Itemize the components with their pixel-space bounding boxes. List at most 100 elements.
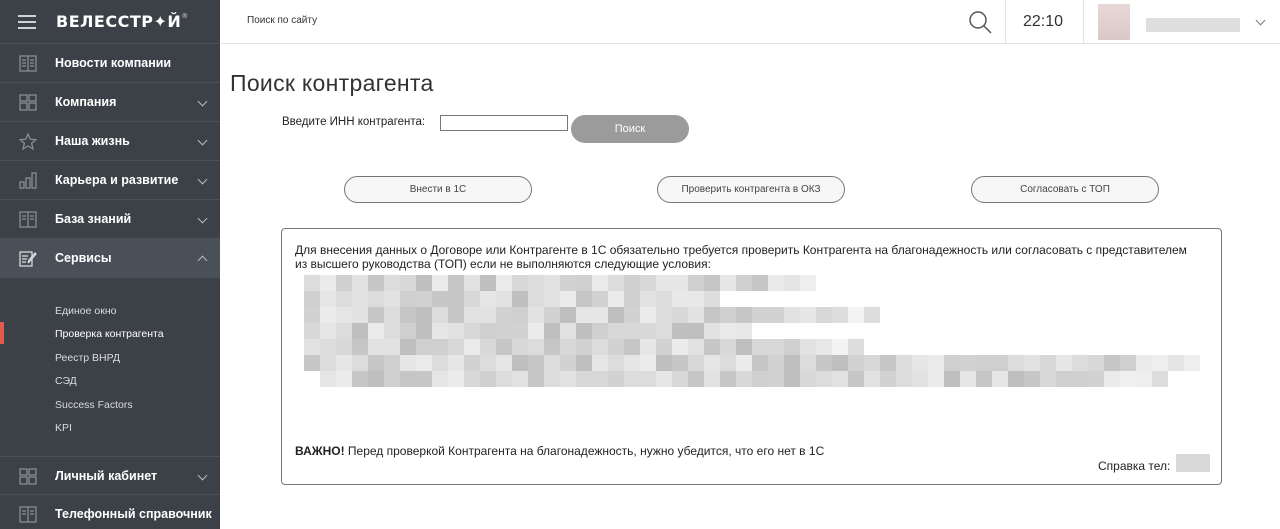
redacted-cell bbox=[384, 355, 400, 371]
redacted-cell bbox=[448, 323, 464, 339]
redacted-cell bbox=[480, 307, 496, 323]
redacted-cell bbox=[352, 371, 368, 387]
redacted-cell bbox=[496, 355, 512, 371]
redacted-cell bbox=[784, 371, 800, 387]
topbar-divider bbox=[1083, 0, 1084, 44]
redacted-cell bbox=[368, 291, 384, 307]
chevron-down-icon[interactable] bbox=[197, 135, 208, 146]
redacted-cell bbox=[496, 291, 512, 307]
redacted-cell bbox=[432, 371, 448, 387]
redacted-cell bbox=[448, 307, 464, 323]
submenu-item-kpi[interactable]: KPI bbox=[55, 422, 72, 434]
redacted-cell bbox=[496, 275, 512, 291]
chevron-down-icon[interactable] bbox=[197, 470, 208, 481]
avatar[interactable] bbox=[1098, 4, 1130, 40]
approve-top-button[interactable]: Согласовать с ТОП bbox=[971, 176, 1159, 203]
redacted-cell bbox=[576, 307, 592, 323]
redacted-cell bbox=[704, 355, 720, 371]
redacted-cell bbox=[928, 355, 944, 371]
chevron-down-icon[interactable] bbox=[197, 213, 208, 224]
submenu-item-vnrd-registry[interactable]: Реестр ВНРД bbox=[55, 352, 120, 364]
redacted-cell bbox=[528, 291, 544, 307]
redacted-cell bbox=[624, 339, 640, 355]
topbar-divider bbox=[1005, 0, 1006, 44]
submenu-item-counterparty-check[interactable]: Проверка контрагента bbox=[55, 328, 164, 340]
redacted-cell bbox=[752, 355, 768, 371]
sidebar-item-personal-cabinet[interactable]: Личный кабинет bbox=[0, 456, 220, 495]
redacted-cell bbox=[432, 339, 448, 355]
redacted-cell bbox=[560, 371, 576, 387]
check-okz-button[interactable]: Проверить контрагента в ОКЗ bbox=[657, 176, 845, 203]
company-logo[interactable]: ВЕЛЕССТР✦Й® bbox=[56, 12, 189, 31]
redacted-cell bbox=[736, 307, 752, 323]
redacted-cell bbox=[1136, 355, 1152, 371]
menu-icon[interactable] bbox=[18, 14, 36, 29]
redacted-cell bbox=[864, 355, 880, 371]
redacted-cell bbox=[640, 323, 656, 339]
redacted-cell bbox=[1104, 355, 1120, 371]
redacted-cell bbox=[624, 307, 640, 323]
redacted-cell bbox=[464, 339, 480, 355]
redacted-cell bbox=[336, 291, 352, 307]
submenu-item-sed[interactable]: СЭД bbox=[55, 375, 77, 387]
redacted-cell bbox=[480, 291, 496, 307]
redacted-cell bbox=[512, 371, 528, 387]
sidebar-item-phone-directory[interactable]: Телефонный справочник bbox=[0, 495, 220, 529]
redacted-cell bbox=[800, 275, 816, 291]
star-icon bbox=[19, 133, 37, 150]
redacted-cell bbox=[640, 371, 656, 387]
redacted-cell bbox=[544, 275, 560, 291]
redacted-cell bbox=[320, 323, 336, 339]
redacted-cell bbox=[368, 275, 384, 291]
chevron-down-icon[interactable] bbox=[197, 174, 208, 185]
redacted-cell bbox=[368, 323, 384, 339]
info-text: Для внесения данных о Договоре или Контр… bbox=[295, 243, 1187, 271]
redacted-cell bbox=[720, 307, 736, 323]
redacted-row bbox=[320, 371, 1200, 387]
redacted-cell bbox=[768, 371, 784, 387]
sidebar-item-company[interactable]: Компания bbox=[0, 83, 220, 122]
redacted-cell bbox=[896, 371, 912, 387]
chevron-up-icon[interactable] bbox=[197, 255, 208, 266]
sidebar-item-label: Телефонный справочник bbox=[55, 507, 212, 521]
redacted-cell bbox=[704, 307, 720, 323]
redacted-cell bbox=[768, 307, 784, 323]
redacted-cell bbox=[320, 291, 336, 307]
sidebar-item-news[interactable]: Новости компании bbox=[0, 44, 220, 83]
search-icon[interactable] bbox=[967, 9, 993, 35]
redacted-cell bbox=[704, 291, 720, 307]
redacted-cell bbox=[1120, 371, 1136, 387]
redacted-cell bbox=[400, 323, 416, 339]
sidebar-item-knowledge[interactable]: База знаний bbox=[0, 200, 220, 239]
redacted-cell bbox=[448, 275, 464, 291]
redacted-cell bbox=[624, 355, 640, 371]
chevron-down-icon[interactable] bbox=[197, 96, 208, 107]
add-to-1c-button[interactable]: Внести в 1С bbox=[344, 176, 532, 203]
redacted-cell bbox=[1120, 355, 1136, 371]
sidebar-item-label: База знаний bbox=[55, 212, 132, 226]
sidebar-item-career[interactable]: Карьера и развитие bbox=[0, 161, 220, 200]
site-search-input[interactable]: Поиск по сайту bbox=[247, 15, 317, 26]
redacted-cell bbox=[1008, 355, 1024, 371]
redacted-cell bbox=[640, 291, 656, 307]
sidebar-item-our-life[interactable]: Наша жизнь bbox=[0, 122, 220, 161]
redacted-cell bbox=[832, 307, 848, 323]
chevron-down-icon[interactable] bbox=[1255, 15, 1266, 26]
redacted-cell bbox=[544, 339, 560, 355]
submenu-item-single-window[interactable]: Единое окно bbox=[55, 305, 116, 317]
redacted-cell bbox=[1088, 355, 1104, 371]
redacted-cell bbox=[400, 339, 416, 355]
redacted-cell bbox=[416, 355, 432, 371]
inn-label: Введите ИНН контрагента: bbox=[282, 116, 426, 128]
redacted-cell bbox=[448, 339, 464, 355]
redacted-cell bbox=[336, 307, 352, 323]
submenu-item-success-factors[interactable]: Success Factors bbox=[55, 399, 133, 411]
redacted-cell bbox=[816, 339, 832, 355]
redacted-cell bbox=[992, 355, 1008, 371]
search-button[interactable]: Поиск bbox=[571, 115, 689, 143]
sidebar-item-services[interactable]: Сервисы bbox=[0, 239, 220, 278]
redacted-cell bbox=[352, 307, 368, 323]
redacted-cell bbox=[576, 339, 592, 355]
user-name-redacted[interactable] bbox=[1146, 18, 1240, 32]
inn-input[interactable] bbox=[440, 115, 568, 131]
